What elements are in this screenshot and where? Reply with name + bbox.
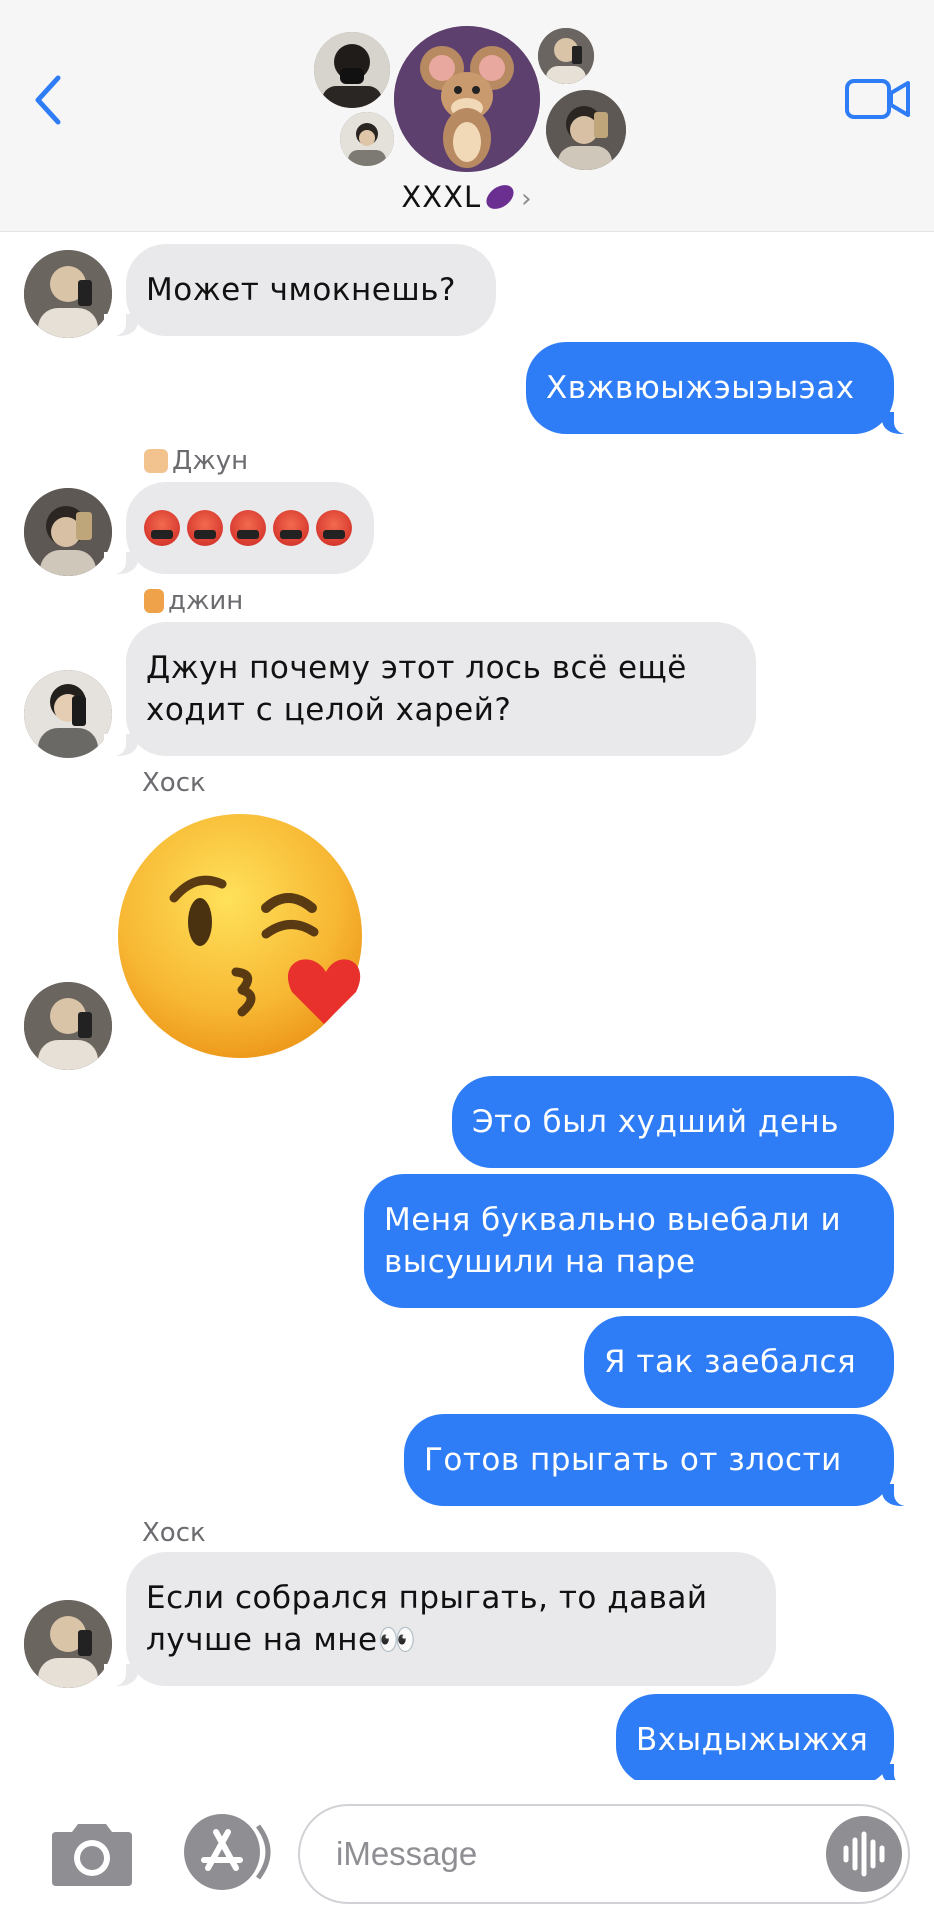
group-avatar-main <box>394 26 540 172</box>
flexed-biceps-icon <box>144 449 168 473</box>
message-bubble-outgoing[interactable]: Готов прыгать от злости <box>404 1414 916 1506</box>
message-text: Я так заебался <box>604 1344 857 1380</box>
message-bubble-incoming[interactable] <box>104 482 374 574</box>
member-avatar <box>314 32 390 108</box>
group-name: XXXL <box>401 180 482 214</box>
sender-name: Хоск <box>142 1518 206 1548</box>
message-bubble-outgoing[interactable]: Хвжвюыжэыэыэах <box>526 342 916 434</box>
message-bubble-incoming[interactable]: Джун почему этот лось всё ещё ходит с це… <box>104 622 756 756</box>
message-text: Может чмокнешь? <box>146 272 456 308</box>
message-text: Хвжвюыжэыэыэах <box>546 370 855 406</box>
video-camera-icon <box>845 79 910 119</box>
message-text: Если собрался прыгать, то давай лучше на… <box>146 1580 708 1658</box>
chevron-left-icon <box>35 75 61 125</box>
sender-name: Джун <box>144 446 248 476</box>
camera-icon <box>52 1824 132 1886</box>
message-bubble-outgoing[interactable]: Меня буквально выебали и высушили на пар… <box>364 1174 894 1308</box>
message-input[interactable]: iMessage <box>298 1804 910 1904</box>
message-text: Готов прыгать от злости <box>424 1442 842 1478</box>
beverage-box-icon <box>144 589 164 613</box>
member-avatar <box>546 90 626 170</box>
face-blowing-kiss-icon[interactable] <box>116 812 376 1062</box>
message-bubble-incoming[interactable]: Может чмокнешь? <box>104 244 496 336</box>
message-bubble-outgoing[interactable]: Я так заебался <box>584 1316 894 1408</box>
back-button[interactable] <box>28 70 72 130</box>
sender-name: джин <box>144 586 243 616</box>
conversation-header: XXXL › <box>0 0 934 232</box>
group-title[interactable]: XXXL › <box>0 180 934 214</box>
message-text: Джун почему этот лось всё ещё ходит с це… <box>146 650 687 728</box>
apps-button[interactable] <box>182 1812 278 1892</box>
compose-bar: iMessage <box>0 1780 934 1920</box>
message-bubble-outgoing[interactable]: Это был худший день <box>452 1076 894 1168</box>
member-avatar <box>340 112 394 166</box>
audio-waveform-icon <box>843 1831 885 1877</box>
message-text: Меня буквально выебали и высушили на пар… <box>384 1202 842 1280</box>
sender-name: Хоск <box>142 768 206 798</box>
chevron-right-icon: › <box>521 184 533 214</box>
conversation: Может чмокнешь? Хвжвюыжэыэыэах Джун джин… <box>0 0 934 1920</box>
avatar[interactable] <box>24 982 112 1070</box>
message-text: Это был худший день <box>472 1104 839 1140</box>
member-avatar <box>538 28 594 84</box>
eggplant-icon <box>482 180 519 214</box>
message-bubble-incoming[interactable]: Если собрался прыгать, то давай лучше на… <box>104 1552 776 1686</box>
message-input-placeholder: iMessage <box>336 1835 478 1872</box>
avatar[interactable] <box>24 670 112 758</box>
app-store-icon <box>184 1814 271 1890</box>
camera-button[interactable] <box>48 1820 136 1888</box>
avatar[interactable] <box>24 488 112 576</box>
facetime-video-button[interactable] <box>844 76 912 122</box>
group-avatars[interactable] <box>310 22 630 172</box>
audio-message-button[interactable] <box>826 1816 902 1892</box>
angry-face-with-symbols-icon <box>144 510 359 546</box>
message-bubble-outgoing[interactable]: Вхыдыжыжхя <box>616 1694 916 1786</box>
message-text: Вхыдыжыжхя <box>636 1722 869 1758</box>
avatar[interactable] <box>24 250 112 338</box>
avatar[interactable] <box>24 1600 112 1688</box>
